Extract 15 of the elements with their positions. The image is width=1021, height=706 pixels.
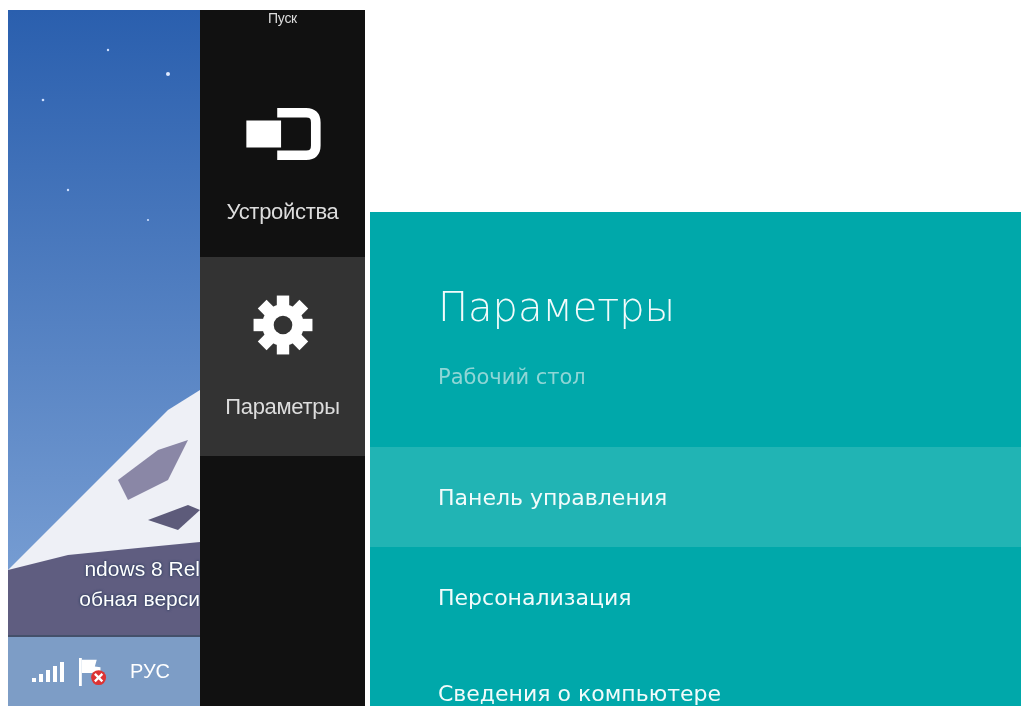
settings-link[interactable]: Персонализация (370, 547, 1021, 647)
context-label: Рабочий стол (438, 364, 587, 391)
signal-icon[interactable] (32, 661, 64, 682)
watermark-text: обная верси (79, 586, 200, 612)
charm-item[interactable]: Устройства (200, 30, 365, 257)
watermark-text: ndows 8 Rel (84, 556, 200, 582)
flag-icon[interactable] (78, 657, 108, 686)
settings-link[interactable]: Панель управления (370, 447, 1021, 547)
settings-icon (251, 293, 314, 356)
charm-item[interactable]: Пуск (200, 10, 365, 30)
panel-title: Параметры (438, 283, 677, 332)
settings-link[interactable]: Сведения о компьютере (370, 647, 1021, 706)
charm-item[interactable]: Параметры (200, 257, 365, 456)
devices-icon (243, 107, 322, 161)
language-indicator[interactable]: РУС (130, 660, 171, 683)
